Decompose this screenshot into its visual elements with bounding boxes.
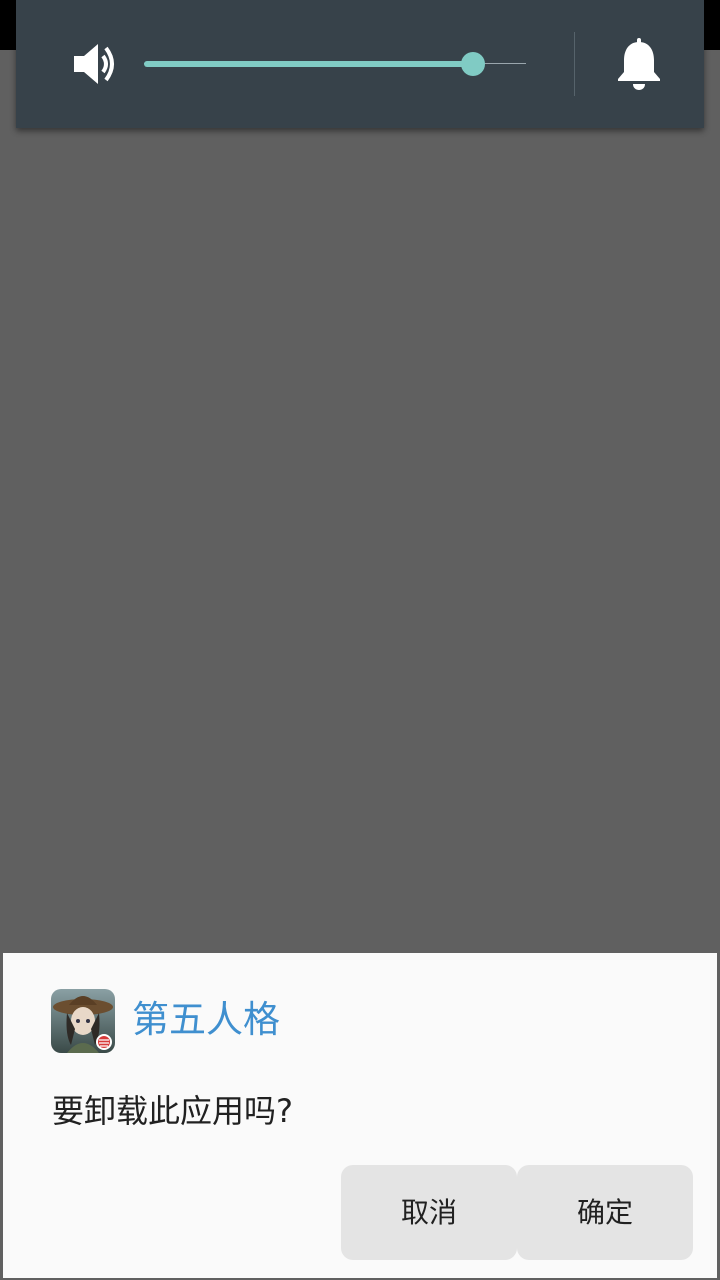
app-name: 第五人格 [132, 998, 280, 1041]
confirm-button[interactable]: 确定 [517, 1165, 693, 1260]
slider-thumb[interactable] [461, 52, 485, 76]
uninstall-message: 要卸载此应用吗? [52, 1092, 293, 1130]
volume-speaker-icon[interactable] [72, 42, 120, 86]
slider-fill [144, 61, 473, 67]
app-icon [51, 989, 115, 1053]
volume-slider[interactable] [144, 52, 528, 76]
uninstall-dialog: 第五人格 要卸载此应用吗? 取消 确定 [3, 953, 717, 1278]
panel-divider [574, 32, 575, 96]
cancel-button[interactable]: 取消 [341, 1165, 517, 1260]
bell-icon[interactable] [616, 38, 662, 90]
volume-panel [16, 0, 704, 128]
